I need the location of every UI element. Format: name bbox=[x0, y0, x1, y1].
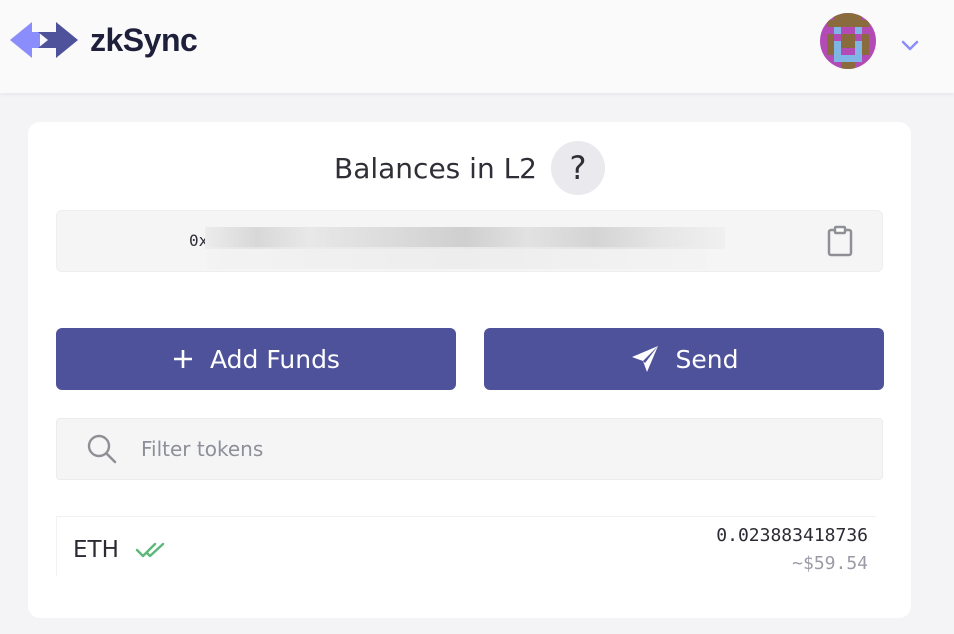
chevron-down-icon[interactable] bbox=[898, 36, 922, 60]
send-button[interactable]: Send bbox=[484, 328, 884, 390]
balances-title-row: Balances in L2 ? bbox=[28, 140, 911, 196]
token-row[interactable]: ETH 0.023883418736 ~$59.54 bbox=[56, 516, 876, 576]
token-symbol: ETH bbox=[73, 537, 119, 563]
send-label: Send bbox=[675, 344, 739, 374]
app-name: zkSync bbox=[90, 21, 198, 58]
double-check-icon bbox=[135, 541, 167, 563]
address-redaction bbox=[205, 227, 725, 249]
page-title: Balances in L2 bbox=[334, 151, 537, 185]
token-balance: 0.023883418736 bbox=[716, 525, 868, 546]
token-filter[interactable] bbox=[56, 418, 883, 480]
zksync-logo-icon bbox=[10, 20, 78, 60]
user-avatar[interactable] bbox=[820, 13, 876, 69]
add-funds-label: Add Funds bbox=[210, 344, 340, 374]
paper-plane-icon bbox=[630, 344, 660, 374]
help-button[interactable]: ? bbox=[551, 141, 605, 195]
balances-card: Balances in L2 ? 0x Add Funds Send Filte… bbox=[28, 122, 911, 618]
app-header: zkSync bbox=[0, 0, 954, 93]
clipboard-icon[interactable] bbox=[825, 225, 855, 261]
address-redaction-shadow bbox=[207, 247, 707, 269]
token-usd-value: ~$59.54 bbox=[792, 553, 868, 574]
logo[interactable]: zkSync bbox=[10, 20, 198, 60]
plus-icon bbox=[172, 348, 194, 370]
add-funds-button[interactable]: Add Funds bbox=[56, 328, 456, 390]
search-icon bbox=[87, 434, 117, 464]
search-input[interactable] bbox=[141, 437, 821, 461]
wallet-address-field: 0x bbox=[56, 210, 883, 272]
